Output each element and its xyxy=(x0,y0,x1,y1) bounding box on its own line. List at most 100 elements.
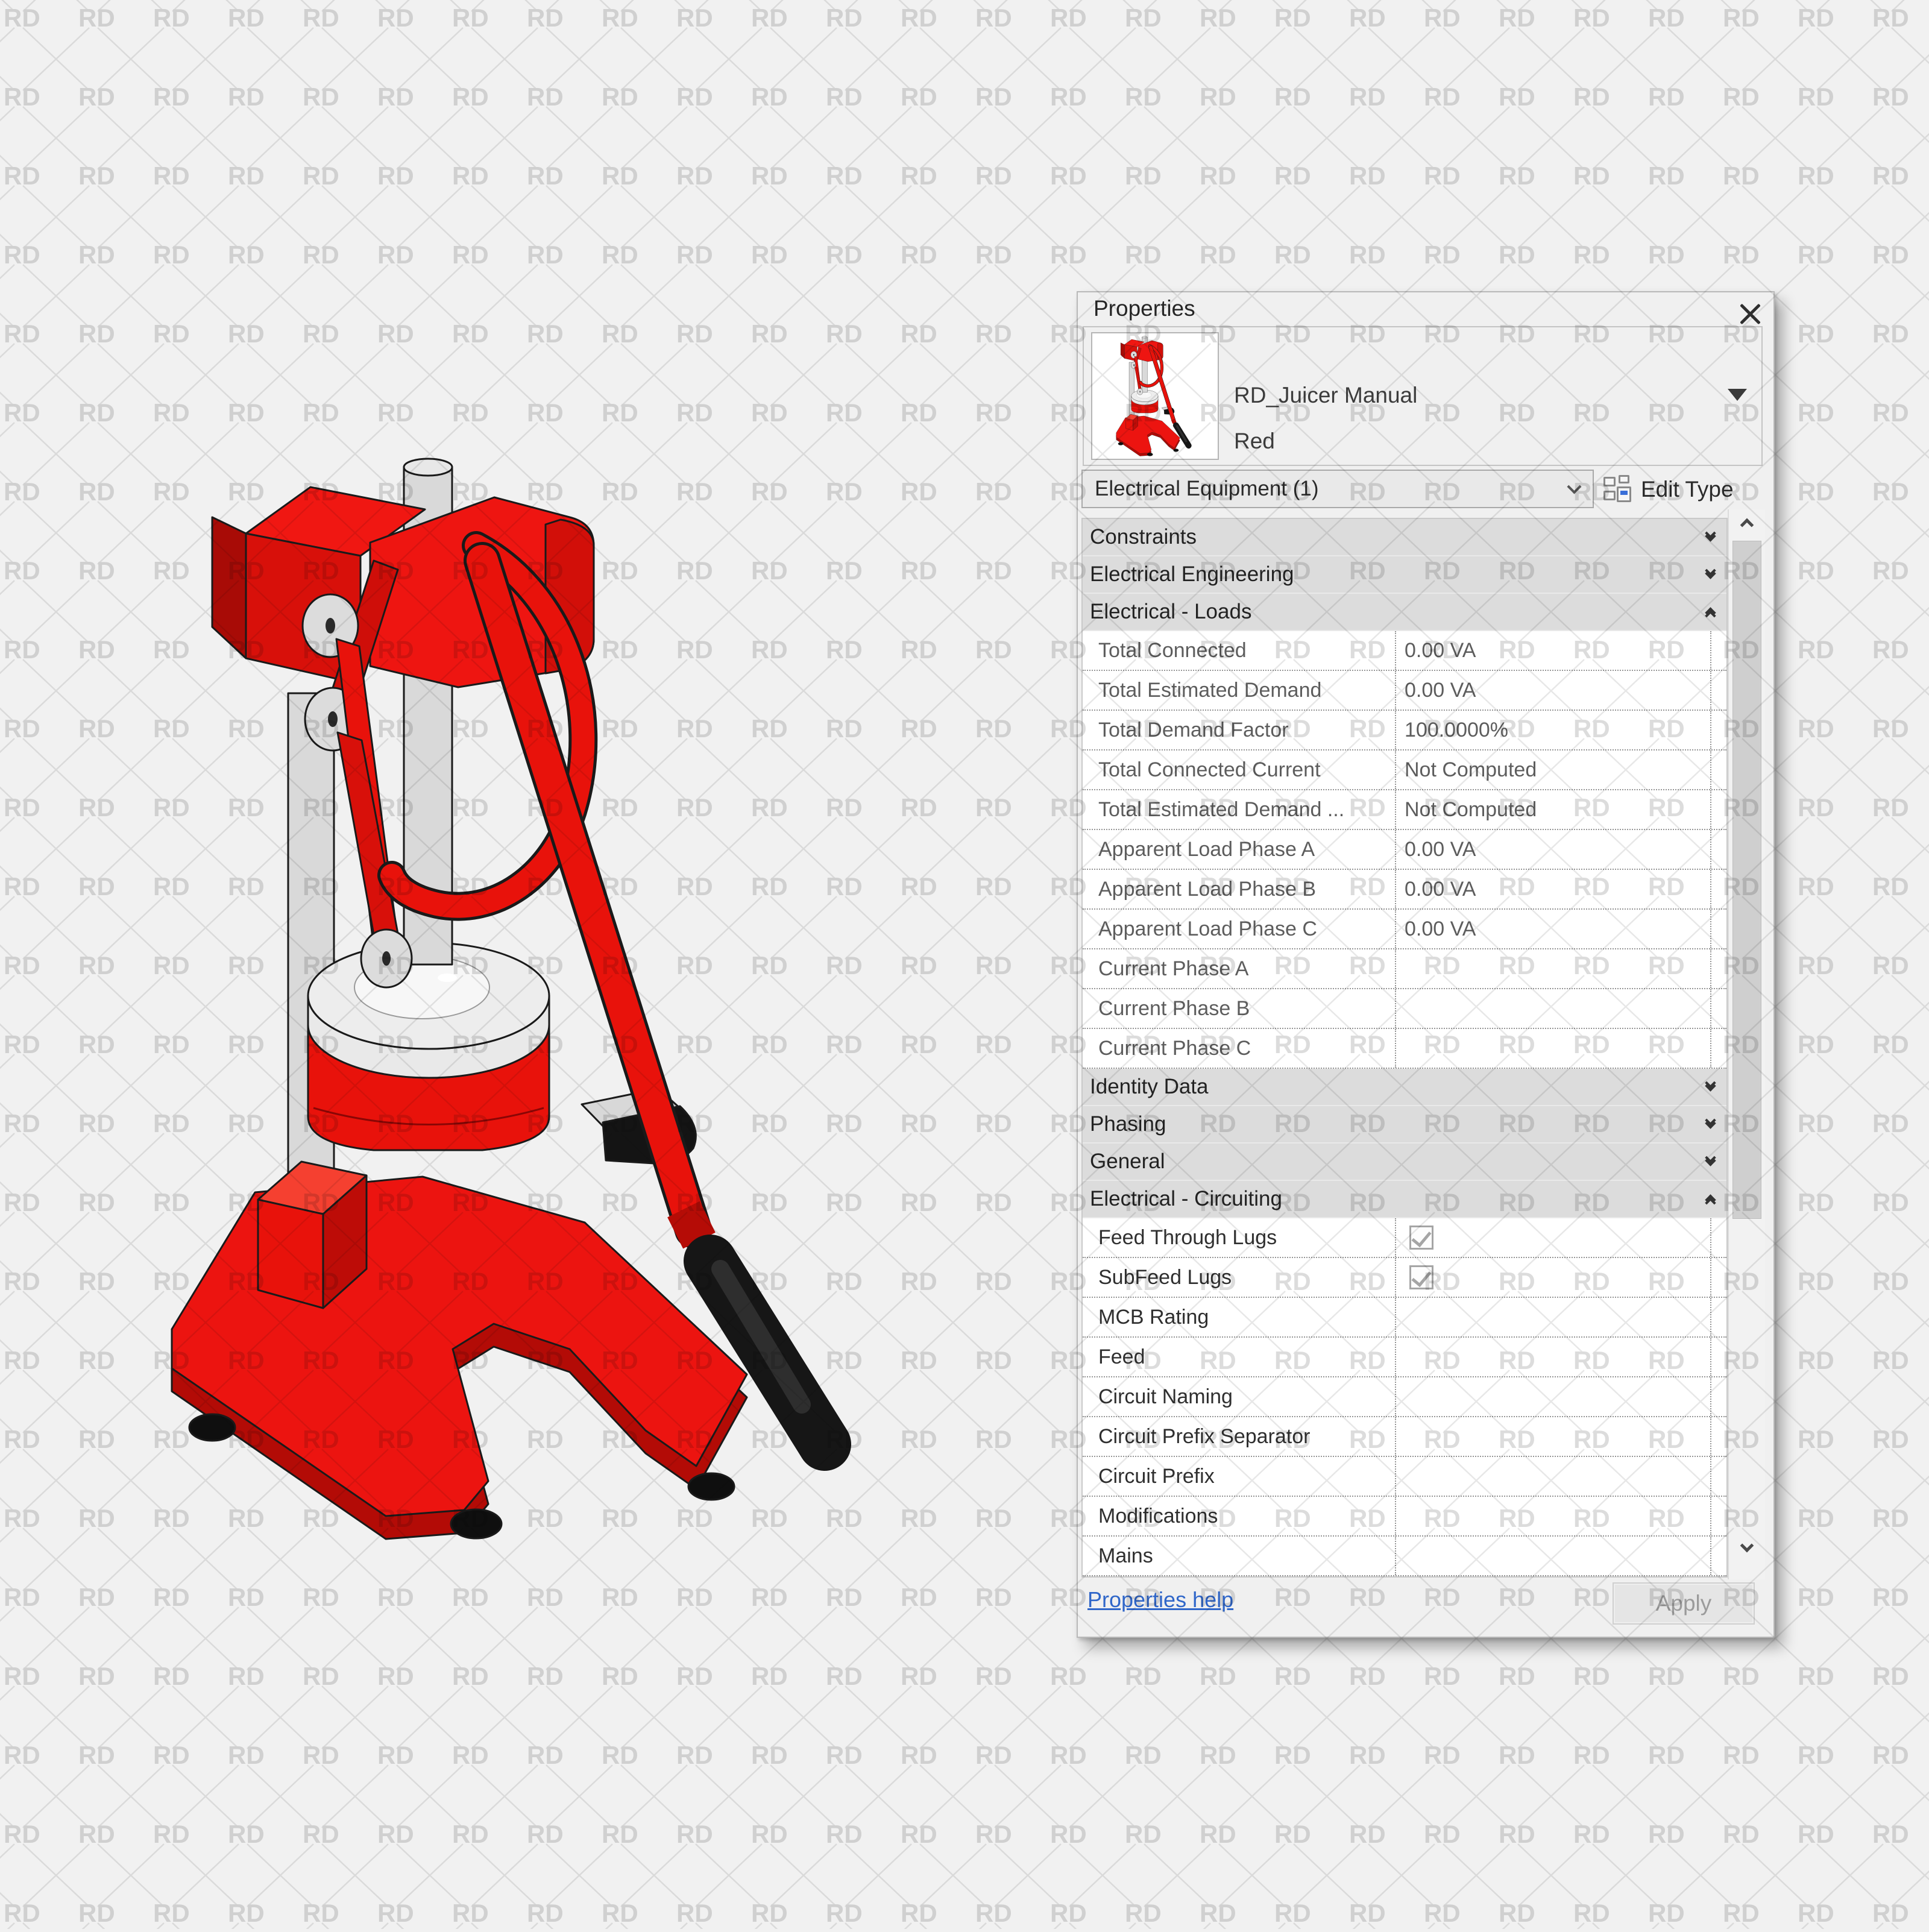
property-name: Total Estimated Demand xyxy=(1098,678,1322,702)
property-value xyxy=(1395,949,1710,988)
expand-section-icon[interactable] xyxy=(1705,1077,1716,1092)
type-selector[interactable]: RD_Juicer Manual Red xyxy=(1083,326,1763,466)
juicer-highlight xyxy=(438,974,457,982)
property-row: MCB Rating xyxy=(1083,1298,1726,1338)
row-extra-cell xyxy=(1710,1537,1726,1575)
row-extra-cell xyxy=(1710,1298,1726,1336)
edit-type-icon xyxy=(1603,475,1632,504)
property-value[interactable] xyxy=(1395,1298,1710,1336)
row-extra-cell xyxy=(1710,910,1726,948)
expand-section-icon[interactable] xyxy=(1705,527,1716,542)
property-row: Total Estimated Demand ... Not Computed xyxy=(1083,790,1726,830)
property-value[interactable] xyxy=(1395,1258,1710,1297)
property-name: Feed xyxy=(1098,1345,1145,1368)
section-label: Phasing xyxy=(1090,1112,1166,1136)
property-value[interactable] xyxy=(1395,1497,1710,1535)
row-extra-cell xyxy=(1710,1377,1726,1416)
row-extra-cell xyxy=(1710,1258,1726,1297)
section-label: General xyxy=(1090,1150,1165,1173)
row-extra-cell xyxy=(1710,1338,1726,1376)
type-dropdown-icon[interactable] xyxy=(1728,389,1747,401)
section-header[interactable]: Identity Data xyxy=(1083,1069,1726,1106)
juicer-3d-render xyxy=(171,458,851,1540)
edit-type-button[interactable]: Edit Type xyxy=(1603,470,1761,509)
section-header[interactable]: Electrical Engineering xyxy=(1083,556,1726,594)
juicer-3d-model[interactable] xyxy=(163,446,880,1549)
collapse-section-icon[interactable] xyxy=(1705,607,1716,621)
checkbox-checked-icon[interactable] xyxy=(1409,1265,1433,1289)
property-value: 0.00 VA xyxy=(1395,631,1710,670)
property-name: Apparent Load Phase C xyxy=(1098,917,1317,940)
row-extra-cell xyxy=(1710,790,1726,829)
property-name: Apparent Load Phase B xyxy=(1098,877,1317,901)
type-name: Red xyxy=(1234,429,1275,453)
property-row: Circuit Naming xyxy=(1083,1377,1726,1417)
property-value[interactable] xyxy=(1395,1338,1710,1376)
juicer-head-left-side xyxy=(211,516,247,659)
row-extra-cell xyxy=(1710,1457,1726,1496)
expand-section-icon[interactable] xyxy=(1705,1152,1716,1166)
section-header[interactable]: Electrical - Circuiting xyxy=(1083,1181,1726,1218)
juicer-foot-front xyxy=(450,1508,503,1540)
family-name: RD_Juicer Manual xyxy=(1234,383,1418,407)
section-label: Electrical - Loads xyxy=(1090,600,1252,623)
close-icon[interactable] xyxy=(1739,301,1761,325)
row-extra-cell xyxy=(1710,830,1726,869)
row-extra-cell xyxy=(1710,711,1726,749)
property-row: Total Connected 0.00 VA xyxy=(1083,631,1726,671)
row-extra-cell xyxy=(1710,870,1726,908)
property-value: 100.0000% xyxy=(1395,711,1710,749)
property-value[interactable] xyxy=(1395,1537,1710,1575)
juicer-foot-left xyxy=(188,1413,236,1442)
checkbox-checked-icon[interactable] xyxy=(1409,1226,1433,1250)
section-label: Electrical Engineering xyxy=(1090,562,1294,586)
properties-help-link[interactable]: Properties help xyxy=(1087,1587,1233,1613)
property-name: Circuit Prefix xyxy=(1098,1464,1215,1488)
property-value[interactable] xyxy=(1395,1457,1710,1496)
property-row: Circuit Prefix xyxy=(1083,1457,1726,1497)
scrollbar-thumb[interactable] xyxy=(1732,541,1761,1219)
property-value[interactable] xyxy=(1395,1377,1710,1416)
scroll-down-icon[interactable] xyxy=(1729,1535,1765,1561)
juicer-pulley-slot2 xyxy=(328,711,338,727)
scrollbar[interactable] xyxy=(1728,509,1765,1579)
property-value[interactable] xyxy=(1395,1417,1710,1456)
filter-combobox[interactable]: Electrical Equipment (1) xyxy=(1081,470,1594,508)
section-label: Electrical - Circuiting xyxy=(1090,1187,1282,1210)
property-name: Mains xyxy=(1098,1544,1153,1567)
property-name: Total Demand Factor xyxy=(1098,718,1289,741)
expand-section-icon[interactable] xyxy=(1705,1115,1716,1129)
section-header[interactable]: Phasing xyxy=(1083,1106,1726,1144)
property-row: Feed Through Lugs xyxy=(1083,1218,1726,1258)
property-value xyxy=(1395,1029,1710,1068)
juicer-rod-top xyxy=(403,458,453,477)
type-thumbnail xyxy=(1091,332,1219,460)
filter-selected: Electrical Equipment (1) xyxy=(1095,477,1319,500)
row-extra-cell xyxy=(1710,671,1726,710)
property-name: Current Phase C xyxy=(1098,1036,1251,1060)
scroll-up-icon[interactable] xyxy=(1729,509,1765,536)
collapse-section-icon[interactable] xyxy=(1705,1194,1716,1209)
section-header[interactable]: General xyxy=(1083,1144,1726,1181)
row-extra-cell xyxy=(1710,1218,1726,1257)
property-value[interactable] xyxy=(1395,1218,1710,1257)
property-name: Total Connected xyxy=(1098,638,1247,662)
section-label: Identity Data xyxy=(1090,1075,1209,1098)
property-name: Circuit Naming xyxy=(1098,1385,1233,1408)
property-name: Modifications xyxy=(1098,1504,1218,1528)
expand-section-icon[interactable] xyxy=(1705,565,1716,579)
section-header[interactable]: Constraints xyxy=(1083,519,1726,556)
row-extra-cell xyxy=(1710,1029,1726,1068)
property-value: Not Computed xyxy=(1395,750,1710,789)
property-name: Circuit Prefix Separator xyxy=(1098,1424,1311,1448)
property-row: Total Connected Current Not Computed xyxy=(1083,750,1726,790)
property-name: Feed Through Lugs xyxy=(1098,1226,1277,1249)
property-row: Apparent Load Phase C 0.00 VA xyxy=(1083,910,1726,949)
property-grid: Constraints Electrical Engineering Electri… xyxy=(1081,518,1728,1578)
juicer-pulley-slot xyxy=(326,618,335,634)
property-name: Current Phase B xyxy=(1098,996,1250,1020)
property-value: 0.00 VA xyxy=(1395,910,1710,948)
property-row: Total Demand Factor 100.0000% xyxy=(1083,711,1726,750)
apply-button[interactable]: Apply xyxy=(1613,1582,1755,1625)
section-header[interactable]: Electrical - Loads xyxy=(1083,594,1726,631)
